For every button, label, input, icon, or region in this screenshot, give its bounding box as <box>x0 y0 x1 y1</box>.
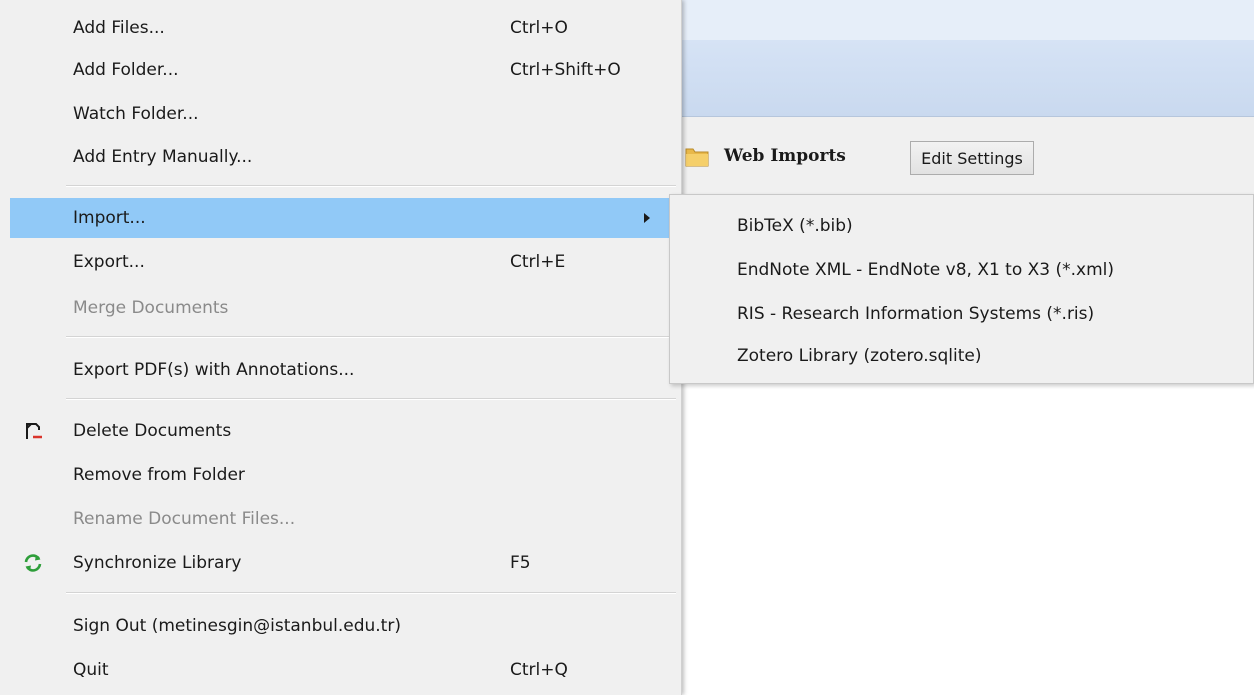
submenu-item-zotero-library[interactable]: Zotero Library (zotero.sqlite) <box>670 334 1253 378</box>
menu-item-label: Add Files... <box>73 18 165 38</box>
menu-item-label: Rename Document Files... <box>73 509 296 529</box>
menu-item-import[interactable]: Import... <box>10 198 676 238</box>
menu-item-shortcut: Ctrl+E <box>510 252 566 272</box>
menu-item-export[interactable]: Export... Ctrl+E <box>10 242 676 282</box>
menu-item-label: Delete Documents <box>73 421 232 441</box>
sync-icon <box>24 554 42 572</box>
menu-item-label: Remove from Folder <box>73 465 245 485</box>
folder-title: Web Imports <box>724 146 846 166</box>
menu-item-delete-documents[interactable]: Delete Documents <box>10 411 676 451</box>
menu-item-export-pdf-annotations[interactable]: Export PDF(s) with Annotations... <box>10 350 676 390</box>
menu-item-add-folder[interactable]: Add Folder... Ctrl+Shift+O <box>10 50 676 90</box>
submenu-item-ris[interactable]: RIS - Research Information Systems (*.ri… <box>670 292 1253 336</box>
menu-item-label: Synchronize Library <box>73 553 242 573</box>
menu-separator <box>66 185 676 187</box>
menu-item-rename-document-files[interactable]: Rename Document Files... <box>10 499 676 539</box>
menu-separator <box>66 336 676 338</box>
folder-icon <box>685 148 709 167</box>
menu-item-label: Add Folder... <box>73 60 179 80</box>
submenu-arrow-icon <box>644 213 650 223</box>
menu-item-synchronize-library[interactable]: Synchronize Library F5 <box>10 543 676 583</box>
screen: Web Imports Edit Settings Add Files... C… <box>0 0 1254 695</box>
submenu-item-label: BibTeX (*.bib) <box>737 216 853 236</box>
delete-document-icon <box>26 423 42 439</box>
menu-item-shortcut: F5 <box>510 553 531 573</box>
menu-item-add-files[interactable]: Add Files... Ctrl+O <box>10 8 676 48</box>
menu-item-label: Export PDF(s) with Annotations... <box>73 360 355 380</box>
menu-item-label: Sign Out (metinesgin@istanbul.edu.tr) <box>73 616 401 636</box>
menu-item-label: Merge Documents <box>73 298 229 318</box>
edit-settings-label: Edit Settings <box>921 148 1023 168</box>
menu-item-merge-documents[interactable]: Merge Documents <box>10 288 676 328</box>
menu-item-label: Quit <box>73 660 109 680</box>
menu-item-shortcut: Ctrl+O <box>510 18 568 38</box>
submenu-item-bibtex[interactable]: BibTeX (*.bib) <box>670 204 1253 248</box>
submenu-item-label: Zotero Library (zotero.sqlite) <box>737 346 982 366</box>
menu-separator <box>66 398 676 400</box>
menu-item-quit[interactable]: Quit Ctrl+Q <box>10 650 676 690</box>
submenu-item-label: EndNote XML - EndNote v8, X1 to X3 (*.xm… <box>737 260 1115 280</box>
menu-item-label: Watch Folder... <box>73 104 199 124</box>
submenu-item-endnote-xml[interactable]: EndNote XML - EndNote v8, X1 to X3 (*.xm… <box>670 248 1253 292</box>
menu-item-shortcut: Ctrl+Shift+O <box>510 60 621 80</box>
menu-item-watch-folder[interactable]: Watch Folder... <box>10 94 676 134</box>
menu-item-label: Add Entry Manually... <box>73 147 253 167</box>
menu-item-add-entry-manually[interactable]: Add Entry Manually... <box>10 137 676 177</box>
menu-item-sign-out[interactable]: Sign Out (metinesgin@istanbul.edu.tr) <box>10 606 676 646</box>
menu-item-label: Export... <box>73 252 145 272</box>
import-submenu: BibTeX (*.bib) EndNote XML - EndNote v8,… <box>669 194 1254 384</box>
menu-item-remove-from-folder[interactable]: Remove from Folder <box>10 455 676 495</box>
submenu-item-label: RIS - Research Information Systems (*.ri… <box>737 304 1095 324</box>
file-menu: Add Files... Ctrl+O Add Folder... Ctrl+S… <box>0 0 682 695</box>
edit-settings-button[interactable]: Edit Settings <box>910 141 1034 175</box>
menu-separator <box>66 592 676 594</box>
menu-item-shortcut: Ctrl+Q <box>510 660 568 680</box>
menu-item-label: Import... <box>73 208 146 228</box>
